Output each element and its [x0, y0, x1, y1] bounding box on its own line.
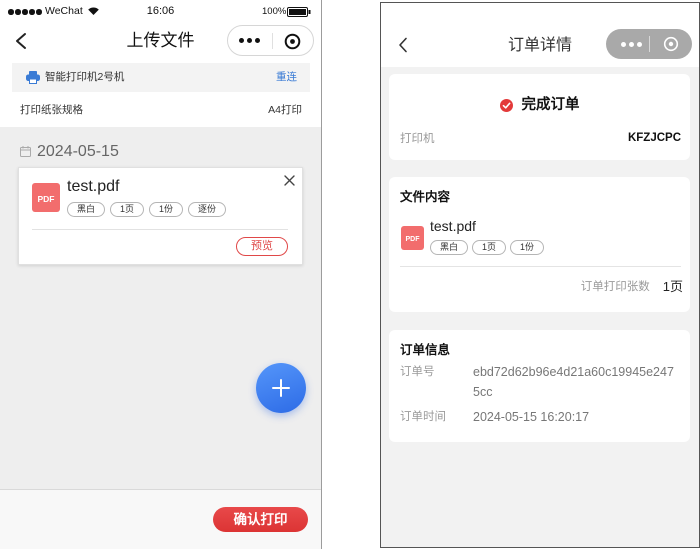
preview-button[interactable]: 预览 [236, 237, 288, 256]
add-file-button[interactable] [256, 363, 306, 413]
order-number-value: ebd72d62b96e4d21a60c19945e2475cc [473, 365, 674, 399]
status-text: 完成订单 [521, 97, 580, 113]
file-name: test.pdf [430, 218, 476, 234]
order-info-card: 订单信息 订单号 ebd72d62b96e4d21a60c19945e2475c… [389, 330, 690, 442]
capsule-divider [649, 36, 650, 52]
capsule-exit-icon[interactable] [284, 33, 301, 50]
calendar-icon [20, 146, 31, 157]
sheets-value: 1页 [662, 279, 683, 294]
sheets-label: 订单打印张数 [580, 281, 650, 293]
order-detail-screen: 订单详情 完成订单 打印机 KFZJCPC 文件内容 PDF test.pdf … [380, 2, 700, 548]
card-divider [32, 229, 288, 230]
tag-pages: 1页 [472, 240, 507, 255]
tag-collate[interactable]: 逐份 [188, 202, 227, 217]
section-title: 文件内容 [400, 190, 451, 204]
plus-icon [272, 379, 290, 397]
tag-copies[interactable]: 1份 [149, 202, 184, 217]
tag-color-mode: 黑白 [430, 240, 469, 255]
file-type-label: PDF [37, 194, 55, 204]
pdf-file-icon: PDF [32, 183, 60, 212]
order-time-value: 2024-05-15 16:20:17 [473, 410, 590, 424]
reconnect-button[interactable]: 重连 [276, 63, 297, 92]
capsule-menu[interactable] [606, 29, 692, 59]
printer-value: KFZJCPC [627, 132, 681, 144]
section-title: 订单信息 [400, 343, 451, 357]
file-tags: 黑白 1页 1份 逐份 [67, 202, 227, 217]
capsule-menu[interactable] [227, 25, 314, 56]
bottom-bar: 确认打印 [0, 489, 321, 549]
file-tags: 黑白 1页 1份 [430, 240, 545, 255]
file-group-date: 2024-05-15 [37, 143, 119, 160]
file-type-label: PDF [405, 236, 420, 243]
confirm-print-button[interactable]: 确认打印 [213, 507, 308, 532]
file-card: PDF test.pdf 黑白 1页 1份 逐份 预览 [18, 167, 303, 265]
printer-row: 智能打印机2号机 重连 [12, 63, 310, 92]
battery-icon [287, 7, 311, 17]
file-name: test.pdf [67, 178, 120, 195]
printer-name: 智能打印机2号机 [45, 71, 125, 83]
printer-label: 打印机 [400, 133, 435, 145]
order-time-label: 订单时间 [400, 411, 446, 423]
tag-pages[interactable]: 1页 [110, 202, 145, 217]
capsule-divider [272, 33, 273, 49]
tag-copies: 1份 [510, 240, 545, 255]
sheets-row: 订单打印张数 1页 [581, 279, 683, 295]
pdf-file-icon: PDF [401, 226, 424, 250]
battery-percent: 100% [262, 6, 287, 17]
order-status-card: 完成订单 打印机 KFZJCPC [389, 74, 690, 160]
printer-icon [26, 71, 40, 84]
capsule-exit-icon[interactable] [663, 36, 679, 52]
check-circle-icon [499, 98, 513, 112]
file-content-card: 文件内容 PDF test.pdf 黑白 1页 1份 订单打印张数 1页 [389, 177, 690, 312]
card-divider [400, 266, 681, 267]
order-number-label: 订单号 [400, 366, 435, 378]
close-icon[interactable] [283, 174, 296, 187]
tag-color-mode[interactable]: 黑白 [67, 202, 106, 217]
more-dots-icon[interactable] [239, 38, 260, 43]
upload-screen: WeChat 16:06 100% 上传文件 智能打印机2号机 重连 打印纸张规… [0, 0, 322, 549]
paper-spec-label: 打印纸张规格 [20, 104, 83, 116]
paper-spec-value[interactable]: A4打印 [268, 104, 302, 117]
order-status: 完成订单 [389, 97, 690, 113]
more-dots-icon[interactable] [621, 41, 642, 47]
